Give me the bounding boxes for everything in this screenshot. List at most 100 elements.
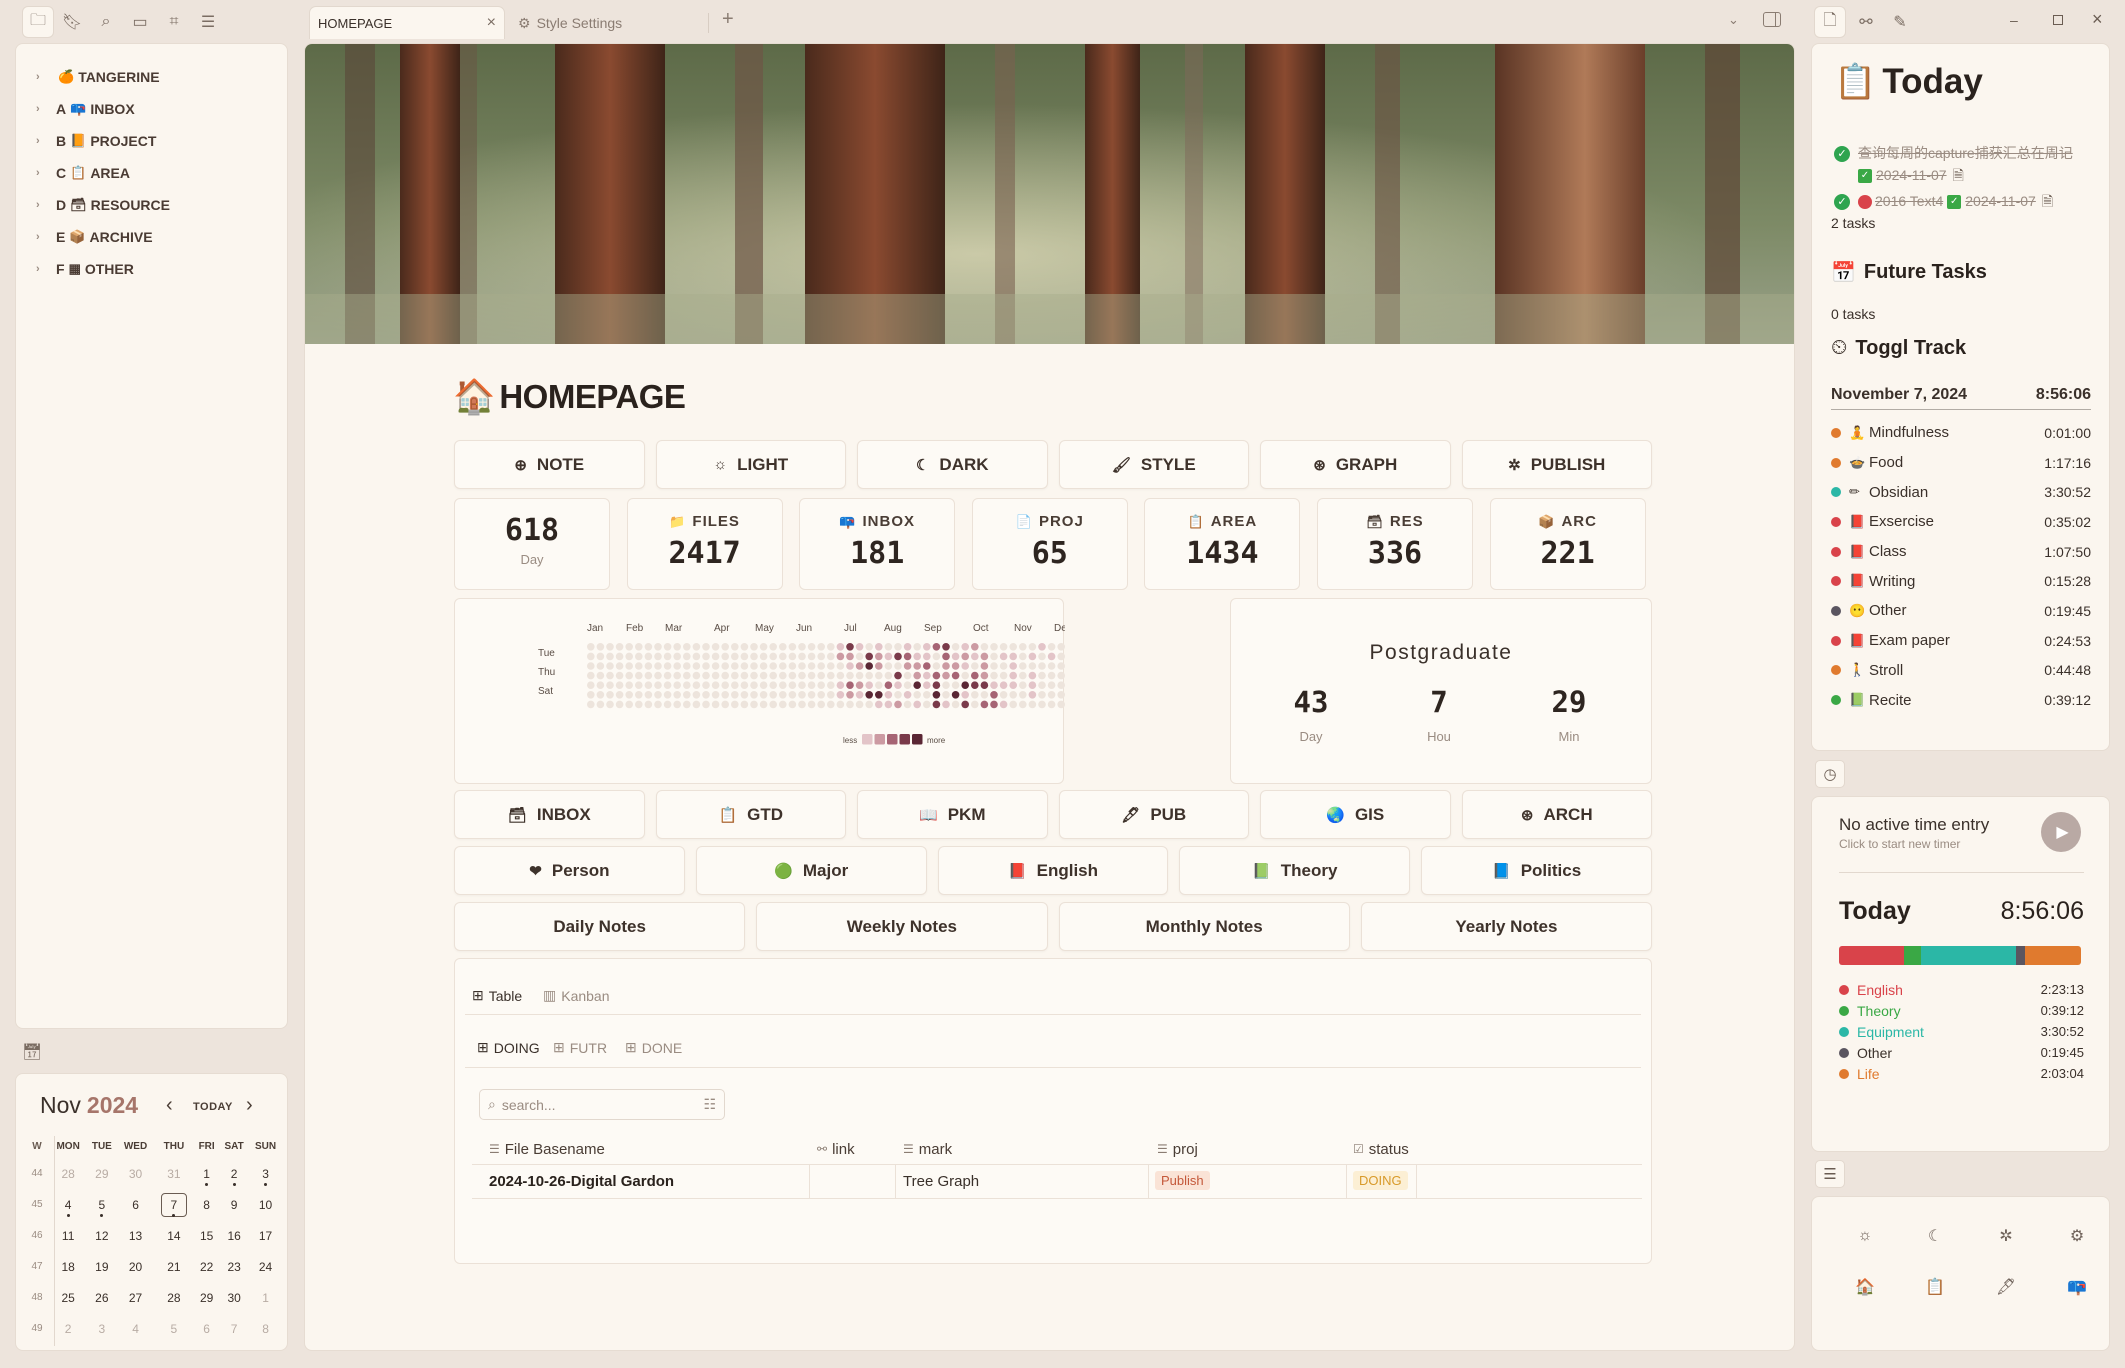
sidebar-toggle-icon[interactable] — [1763, 12, 1781, 27]
toggl-entry[interactable]: 📕 Class 1:07:50 — [1831, 537, 2091, 567]
nav-button-inbox[interactable]: 🗃 INBOX — [454, 790, 645, 839]
stat-card[interactable]: 📪 INBOX 181 — [799, 498, 956, 590]
bookmark-icon[interactable]: 🔖︎ — [56, 6, 88, 38]
task-item[interactable]: ✓ 2016 Text4 ✓ 2024-11-07 🗎 — [1834, 190, 2096, 212]
clipboard-icon[interactable]: 📋 — [1921, 1273, 1949, 1301]
nav-button-publish[interactable]: ✲ PUBLISH — [1461, 440, 1652, 489]
cell-name[interactable]: 2024-10-26-Digital Gardon — [489, 1173, 674, 1190]
minimize-icon[interactable]: – — [2010, 12, 2018, 28]
nav-button-dark[interactable]: ☾ DARK — [857, 440, 1048, 489]
archive-icon[interactable]: ▭ — [124, 6, 156, 38]
calendar-day[interactable]: 24 — [249, 1251, 282, 1282]
calendar-day[interactable]: 21 — [154, 1251, 194, 1282]
subtab-doing[interactable]: ⊞ DOING — [477, 1039, 540, 1056]
calendar-day[interactable]: 2 — [219, 1158, 249, 1189]
calendar-day[interactable]: 3 — [249, 1158, 282, 1189]
calendar-day[interactable]: 31 — [154, 1158, 194, 1189]
prev-month-icon[interactable]: ‹ — [166, 1094, 173, 1117]
nav-button-daily-notes[interactable]: Daily Notes — [454, 902, 746, 951]
check-icon[interactable]: ✓ — [1834, 146, 1850, 163]
today-button[interactable]: TODAY — [193, 1101, 233, 1113]
view-tab-kanban[interactable]: ▥ Kanban — [543, 987, 610, 1004]
nav-button-yearly-notes[interactable]: Yearly Notes — [1360, 902, 1652, 951]
nav-button-weekly-notes[interactable]: Weekly Notes — [756, 902, 1048, 951]
next-month-icon[interactable]: › — [246, 1094, 253, 1117]
tree-folder[interactable]: › 🍊 TANGERINE — [16, 61, 287, 93]
new-tab-button[interactable]: + — [722, 8, 734, 31]
column-header[interactable]: ☰ proj — [1157, 1134, 1198, 1164]
calendar-day[interactable]: 6 — [117, 1189, 153, 1220]
files-view-icon[interactable]: 🗀 — [22, 6, 54, 38]
calendar-day[interactable]: 8 — [194, 1189, 219, 1220]
calendar-day[interactable]: 11 — [50, 1220, 86, 1251]
calendar-day[interactable]: 30 — [117, 1158, 153, 1189]
nav-button-theory[interactable]: 📗 Theory — [1179, 846, 1411, 895]
calendar-day[interactable]: 28 — [50, 1158, 86, 1189]
play-button[interactable]: ▶ — [2041, 812, 2081, 852]
tree-folder[interactable]: › B 📙 PROJECT — [16, 125, 287, 157]
toggl-entry[interactable]: 😶 Other 0:19:45 — [1831, 596, 2091, 626]
calendar-day[interactable]: 7 — [219, 1313, 249, 1344]
nav-button-style[interactable]: 🖌 STYLE — [1058, 440, 1249, 489]
mailbox-icon[interactable]: 📪 — [2063, 1273, 2091, 1301]
calendar-day[interactable]: 1 — [194, 1158, 219, 1189]
calendar-day[interactable]: 5 — [86, 1189, 117, 1220]
publish-icon[interactable]: ✲ — [1992, 1222, 2020, 1250]
stat-card[interactable]: 🗃 RES 336 — [1317, 498, 1473, 590]
calendar-day[interactable]: 15 — [194, 1220, 219, 1251]
settings-icon[interactable]: ⚙ — [2063, 1222, 2091, 1250]
nav-button-person[interactable]: ❤ Person — [454, 846, 685, 895]
table-row[interactable]: 2024-10-26-Digital Gardon Tree Graph Publi… — [472, 1165, 1642, 1198]
nav-button-note[interactable]: ⊕ NOTE — [454, 440, 645, 489]
tree-folder[interactable]: › D 🗃 RESOURCE — [16, 189, 287, 221]
calendar-day[interactable]: 25 — [50, 1282, 86, 1313]
calendar-day[interactable]: 1 — [249, 1282, 282, 1313]
calendar-day[interactable]: 6 — [194, 1313, 219, 1344]
subtab-futr[interactable]: ⊞ FUTR — [553, 1039, 607, 1056]
calendar-day[interactable]: 4 — [50, 1189, 86, 1220]
tree-folder[interactable]: › C 📋 AREA — [16, 157, 287, 189]
toggl-entry[interactable]: 🧘 Mindfulness 0:01:00 — [1831, 418, 2091, 448]
stat-card[interactable]: 618 Day — [454, 498, 610, 590]
check-icon[interactable]: ✓ — [1834, 194, 1850, 211]
tree-folder[interactable]: › F ▦ OTHER — [16, 253, 287, 285]
toggl-entry[interactable]: 📗 Recite 0:39:12 — [1831, 685, 2091, 715]
chevron-down-icon[interactable]: ⌄ — [1728, 12, 1739, 28]
outline-icon[interactable]: ☰ — [192, 6, 224, 38]
nav-button-pub[interactable]: 🖋 PUB — [1058, 790, 1249, 839]
calendar-day[interactable]: 22 — [194, 1251, 219, 1282]
calendar-day[interactable]: 13 — [117, 1220, 153, 1251]
nav-button-monthly-notes[interactable]: Monthly Notes — [1058, 902, 1350, 951]
file-icon[interactable]: 🗋 — [1814, 6, 1846, 38]
calendar-day[interactable]: 23 — [219, 1251, 249, 1282]
nav-button-major[interactable]: 🟢 Major — [695, 846, 927, 895]
tag-icon[interactable]: ⌗ — [158, 6, 190, 38]
nav-button-arch[interactable]: ⊛ ARCH — [1461, 790, 1652, 839]
calendar-day[interactable]: 2 — [50, 1313, 86, 1344]
dark-mode-icon[interactable]: ☾ — [1921, 1222, 1949, 1250]
nav-button-graph[interactable]: ⊛ GRAPH — [1260, 440, 1451, 489]
toggl-entry[interactable]: 📕 Exam paper 0:24:53 — [1831, 626, 2091, 656]
calendar-icon[interactable]: 📅︎ — [17, 1038, 47, 1066]
home-icon[interactable]: 🏠 — [1851, 1273, 1879, 1301]
toggl-entry[interactable]: 📕 Exsercise 0:35:02 — [1831, 507, 2091, 537]
timer-view-icon[interactable]: ◷ — [1815, 760, 1845, 788]
calendar-day[interactable]: 14 — [154, 1220, 194, 1251]
close-icon[interactable]: × — [487, 14, 496, 32]
filter-icon[interactable]: ☷ — [703, 1096, 716, 1113]
calendar-day[interactable]: 27 — [117, 1282, 153, 1313]
toggl-entry[interactable]: 🚶 Stroll 0:44:48 — [1831, 656, 2091, 686]
pen-icon[interactable]: 🖋 — [1992, 1273, 2020, 1301]
calendar-day[interactable]: 5 — [154, 1313, 194, 1344]
view-tab-table[interactable]: ⊞ Table — [472, 987, 522, 1004]
note-icon[interactable]: 🗎 — [2042, 190, 2053, 212]
calendar-day[interactable]: 18 — [50, 1251, 86, 1282]
calendar-day[interactable]: 4 — [117, 1313, 153, 1344]
task-item[interactable]: ✓ 查询每周的capture捕获汇总在周记 ✓ 2024-11-07 🗎 — [1834, 142, 2096, 186]
close-window-icon[interactable]: × — [2092, 9, 2103, 30]
stat-card[interactable]: 📦 ARC 221 — [1489, 498, 1646, 590]
calendar-day[interactable]: 20 — [117, 1251, 153, 1282]
subtab-done[interactable]: ⊞ DONE — [625, 1039, 682, 1056]
calendar-day[interactable]: 28 — [154, 1282, 194, 1313]
toggl-entry[interactable]: 📕 Writing 0:15:28 — [1831, 566, 2091, 596]
